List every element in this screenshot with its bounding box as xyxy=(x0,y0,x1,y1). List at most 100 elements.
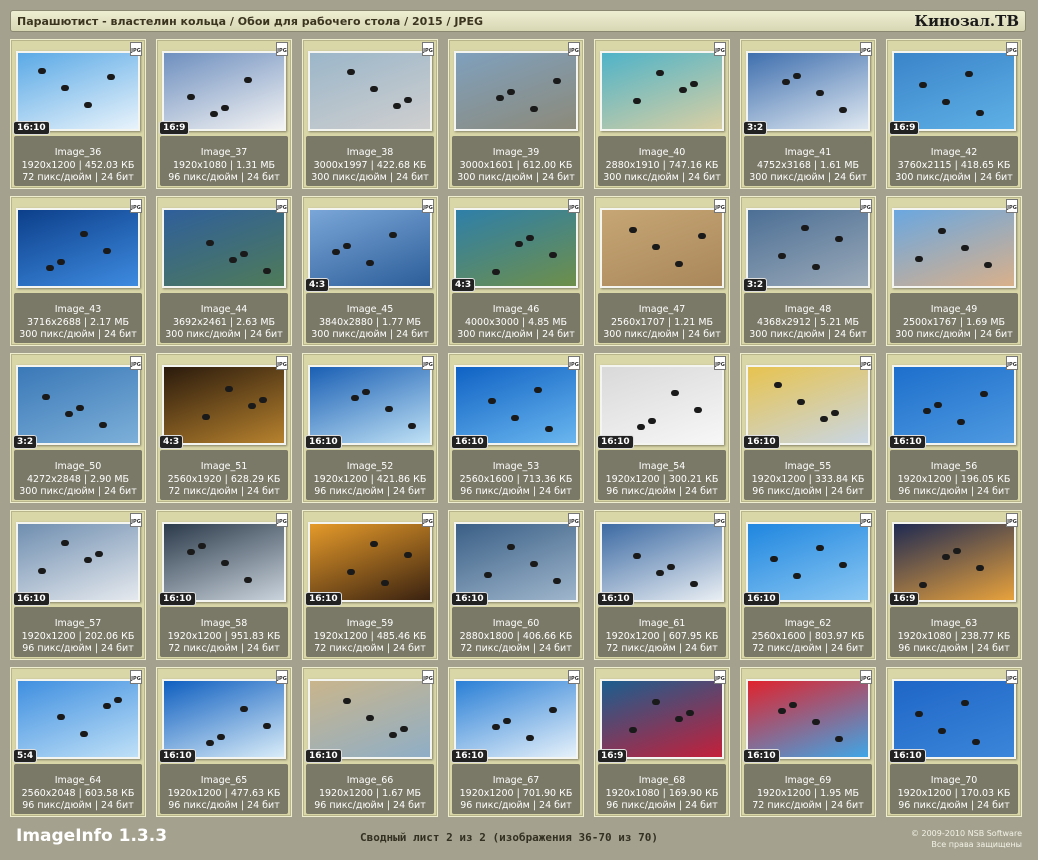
thumbnail-tile[interactable]: JPG 16:10 Image_66 1920x1200 | 1.67 МБ 96 пи… xyxy=(302,667,438,817)
thumbnail-tile[interactable]: JPG 16:10 Image_62 2560x1600 | 803.97 КБ 72 … xyxy=(740,510,876,660)
skydiver-figure xyxy=(84,102,92,108)
thumbnail-tile[interactable]: JPG 16:10 Image_53 2560x1600 | 713.36 КБ 96 … xyxy=(448,353,584,503)
skydiver-figure xyxy=(545,426,553,432)
skydiver-figure xyxy=(553,78,561,84)
thumbnail-image[interactable] xyxy=(600,208,724,288)
thumbnail-image[interactable] xyxy=(454,51,578,131)
thumbnail-tile[interactable]: JPG 16:9 Image_42 3760x2115 | 418.65 КБ 300 … xyxy=(886,39,1022,189)
thumbnail-image[interactable] xyxy=(454,679,578,759)
thumbnail-tile[interactable]: JPG 3:2 Image_48 4368x2912 | 5.21 МБ 300 пик… xyxy=(740,196,876,346)
thumbnail-tile[interactable]: JPG 3:2 Image_50 4272x2848 | 2.90 МБ 300 пик… xyxy=(10,353,146,503)
thumbnail-image[interactable] xyxy=(892,365,1016,445)
image-resolution: 300 пикс/дюйм | 24 бит xyxy=(19,486,137,497)
thumbnail-image[interactable] xyxy=(16,679,140,759)
thumbnail-tile[interactable]: JPG Image_49 2500x1767 | 1.69 МБ 300 пикс/д… xyxy=(886,196,1022,346)
thumbnail-image[interactable] xyxy=(16,208,140,288)
skydiver-figure xyxy=(629,227,637,233)
thumbnail-picture xyxy=(164,681,284,757)
thumbnail-tile[interactable]: JPG 16:10 Image_55 1920x1200 | 333.84 КБ 96 … xyxy=(740,353,876,503)
thumbnail-image[interactable] xyxy=(746,679,870,759)
image-name: Image_42 xyxy=(930,147,978,158)
aspect-ratio-badge: 16:10 xyxy=(305,435,342,449)
thumbnail-image[interactable] xyxy=(454,522,578,602)
skydiver-figure xyxy=(934,402,942,408)
thumbnail-image[interactable] xyxy=(308,679,432,759)
thumbnail-image[interactable] xyxy=(892,522,1016,602)
thumbnail-tile[interactable]: JPG Image_39 3000x1601 | 612.00 КБ 300 пикс… xyxy=(448,39,584,189)
thumbnail-tile[interactable]: JPG 16:10 Image_58 1920x1200 | 951.83 КБ 72 … xyxy=(156,510,292,660)
skydiver-figure xyxy=(633,98,641,104)
image-info-panel: Image_54 1920x1200 | 300.21 КБ 96 пикс/дюй… xyxy=(598,450,726,500)
thumbnail-image[interactable] xyxy=(16,365,140,445)
thumbnail-tile[interactable]: JPG 16:10 Image_67 1920x1200 | 701.90 КБ 96 … xyxy=(448,667,584,817)
thumbnail-tile[interactable]: JPG 16:10 Image_60 2880x1800 | 406.66 КБ 72 … xyxy=(448,510,584,660)
thumbnail-image[interactable] xyxy=(308,365,432,445)
thumbnail-image[interactable] xyxy=(600,679,724,759)
jpeg-file-icon: JPG xyxy=(714,356,726,370)
thumbnail-tile[interactable]: JPG 16:10 Image_65 1920x1200 | 477.63 КБ 96 … xyxy=(156,667,292,817)
thumbnail-tile[interactable]: JPG 16:10 Image_56 1920x1200 | 196.05 КБ 96 … xyxy=(886,353,1022,503)
image-name: Image_68 xyxy=(638,775,686,786)
image-dimensions: 1920x1200 | 607.95 КБ xyxy=(605,630,719,642)
thumbnail-tile[interactable]: JPG Image_40 2880x1910 | 747.16 КБ 300 пикс… xyxy=(594,39,730,189)
thumbnail-image[interactable] xyxy=(892,51,1016,131)
image-name: Image_49 xyxy=(930,304,978,315)
thumbnail-tile[interactable]: JPG 4:3 Image_51 2560x1920 | 628.29 КБ 72 пи… xyxy=(156,353,292,503)
thumbnail-image[interactable] xyxy=(16,51,140,131)
thumbnail-image[interactable] xyxy=(162,522,286,602)
thumbnail-image[interactable] xyxy=(308,522,432,602)
image-dimensions: 1920x1200 | 1.67 МБ xyxy=(318,787,422,799)
thumbnail-image[interactable] xyxy=(746,522,870,602)
skydiver-figure xyxy=(671,390,679,396)
thumbnail-tile[interactable]: JPG 4:3 Image_45 3840x2880 | 1.77 МБ 300 пик… xyxy=(302,196,438,346)
thumbnail-picture xyxy=(310,524,430,600)
thumbnail-image[interactable] xyxy=(16,522,140,602)
thumbnail-image[interactable] xyxy=(162,51,286,131)
skydiver-figure xyxy=(217,734,225,740)
image-name: Image_69 xyxy=(784,775,832,786)
thumbnail-image[interactable] xyxy=(308,208,432,288)
image-info-panel: Image_48 4368x2912 | 5.21 МБ 300 пикс/дюйм… xyxy=(744,293,872,343)
thumbnail-image[interactable] xyxy=(746,208,870,288)
thumbnail-tile[interactable]: JPG 16:9 Image_63 1920x1080 | 238.77 КБ 96 п… xyxy=(886,510,1022,660)
image-resolution: 96 пикс/дюйм | 24 бит xyxy=(168,800,280,811)
thumbnail-tile[interactable]: JPG 16:10 Image_69 1920x1200 | 1.95 МБ 72 пи… xyxy=(740,667,876,817)
thumbnail-image[interactable] xyxy=(892,679,1016,759)
thumbnail-image[interactable] xyxy=(162,365,286,445)
jpeg-file-icon: JPG xyxy=(422,513,434,527)
aspect-ratio-badge: 16:10 xyxy=(743,749,780,763)
thumbnail-tile[interactable]: JPG 16:10 Image_61 1920x1200 | 607.95 КБ 72 … xyxy=(594,510,730,660)
thumbnail-image[interactable] xyxy=(600,522,724,602)
thumbnail-tile[interactable]: JPG Image_47 2560x1707 | 1.21 МБ 300 пикс/д… xyxy=(594,196,730,346)
image-info-panel: Image_67 1920x1200 | 701.90 КБ 96 пикс/дюй… xyxy=(452,764,580,814)
thumbnail-tile[interactable]: JPG 16:10 Image_54 1920x1200 | 300.21 КБ 96 … xyxy=(594,353,730,503)
thumbnail-image[interactable] xyxy=(746,51,870,131)
thumbnail-tile[interactable]: JPG 16:10 Image_70 1920x1200 | 170.03 КБ 96 … xyxy=(886,667,1022,817)
thumbnail-image[interactable] xyxy=(162,208,286,288)
thumbnail-image[interactable] xyxy=(892,208,1016,288)
thumbnail-image[interactable] xyxy=(600,51,724,131)
image-dimensions: 1920x1200 | 452.03 КБ xyxy=(21,159,135,171)
thumbnail-tile[interactable]: JPG 3:2 Image_41 4752x3168 | 1.61 МБ 300 пик… xyxy=(740,39,876,189)
thumbnail-picture xyxy=(456,524,576,600)
thumbnail-tile[interactable]: JPG 5:4 Image_64 2560x2048 | 603.58 КБ 96 пи… xyxy=(10,667,146,817)
thumbnail-tile[interactable]: JPG 16:10 Image_52 1920x1200 | 421.86 КБ 96 … xyxy=(302,353,438,503)
thumbnail-image[interactable] xyxy=(746,365,870,445)
image-resolution: 96 пикс/дюйм | 24 бит xyxy=(752,486,864,497)
thumbnail-tile[interactable]: JPG 16:10 Image_59 1920x1200 | 485.46 КБ 72 … xyxy=(302,510,438,660)
thumbnail-tile[interactable]: JPG 16:9 Image_37 1920x1080 | 1.31 МБ 96 пик… xyxy=(156,39,292,189)
image-name: Image_53 xyxy=(492,461,540,472)
thumbnail-image[interactable] xyxy=(162,679,286,759)
thumbnail-image[interactable] xyxy=(454,208,578,288)
thumbnail-tile[interactable]: JPG 16:10 Image_36 1920x1200 | 452.03 КБ 72 … xyxy=(10,39,146,189)
thumbnail-tile[interactable]: JPG Image_38 3000x1997 | 422.68 КБ 300 пикс… xyxy=(302,39,438,189)
thumbnail-tile[interactable]: JPG Image_43 3716x2688 | 2.17 МБ 300 пикс/д… xyxy=(10,196,146,346)
thumbnail-image[interactable] xyxy=(600,365,724,445)
thumbnail-image[interactable] xyxy=(454,365,578,445)
thumbnail-tile[interactable]: JPG 4:3 Image_46 4000x3000 | 4.85 МБ 300 пик… xyxy=(448,196,584,346)
thumbnail-tile[interactable]: JPG 16:10 Image_57 1920x1200 | 202.06 КБ 96 … xyxy=(10,510,146,660)
thumbnail-tile[interactable]: JPG 16:9 Image_68 1920x1080 | 169.90 КБ 96 п… xyxy=(594,667,730,817)
skydiver-figure xyxy=(675,716,683,722)
thumbnail-tile[interactable]: JPG Image_44 3692x2461 | 2.63 МБ 300 пикс/д… xyxy=(156,196,292,346)
thumbnail-image[interactable] xyxy=(308,51,432,131)
